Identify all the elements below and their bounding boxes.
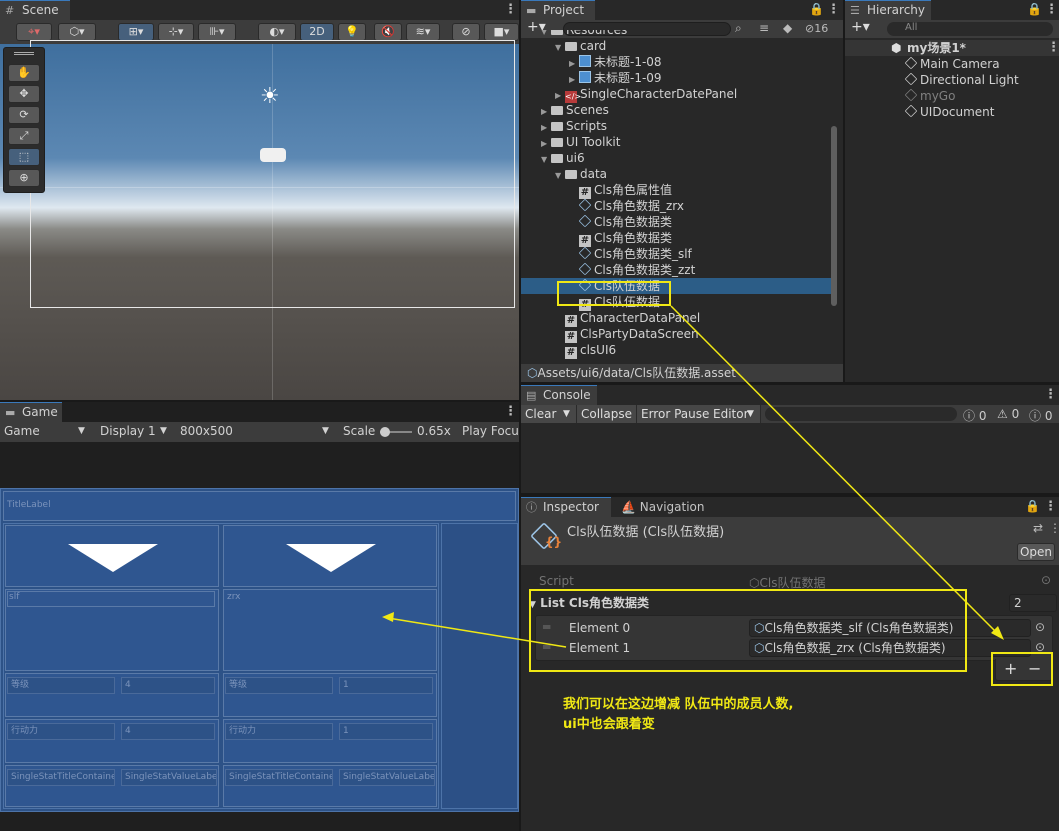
arrow-to-game-view — [387, 617, 567, 648]
arrowhead-left — [382, 612, 394, 622]
arrow-to-list-buttons — [670, 305, 1001, 637]
annotation-arrows — [382, 305, 1004, 648]
